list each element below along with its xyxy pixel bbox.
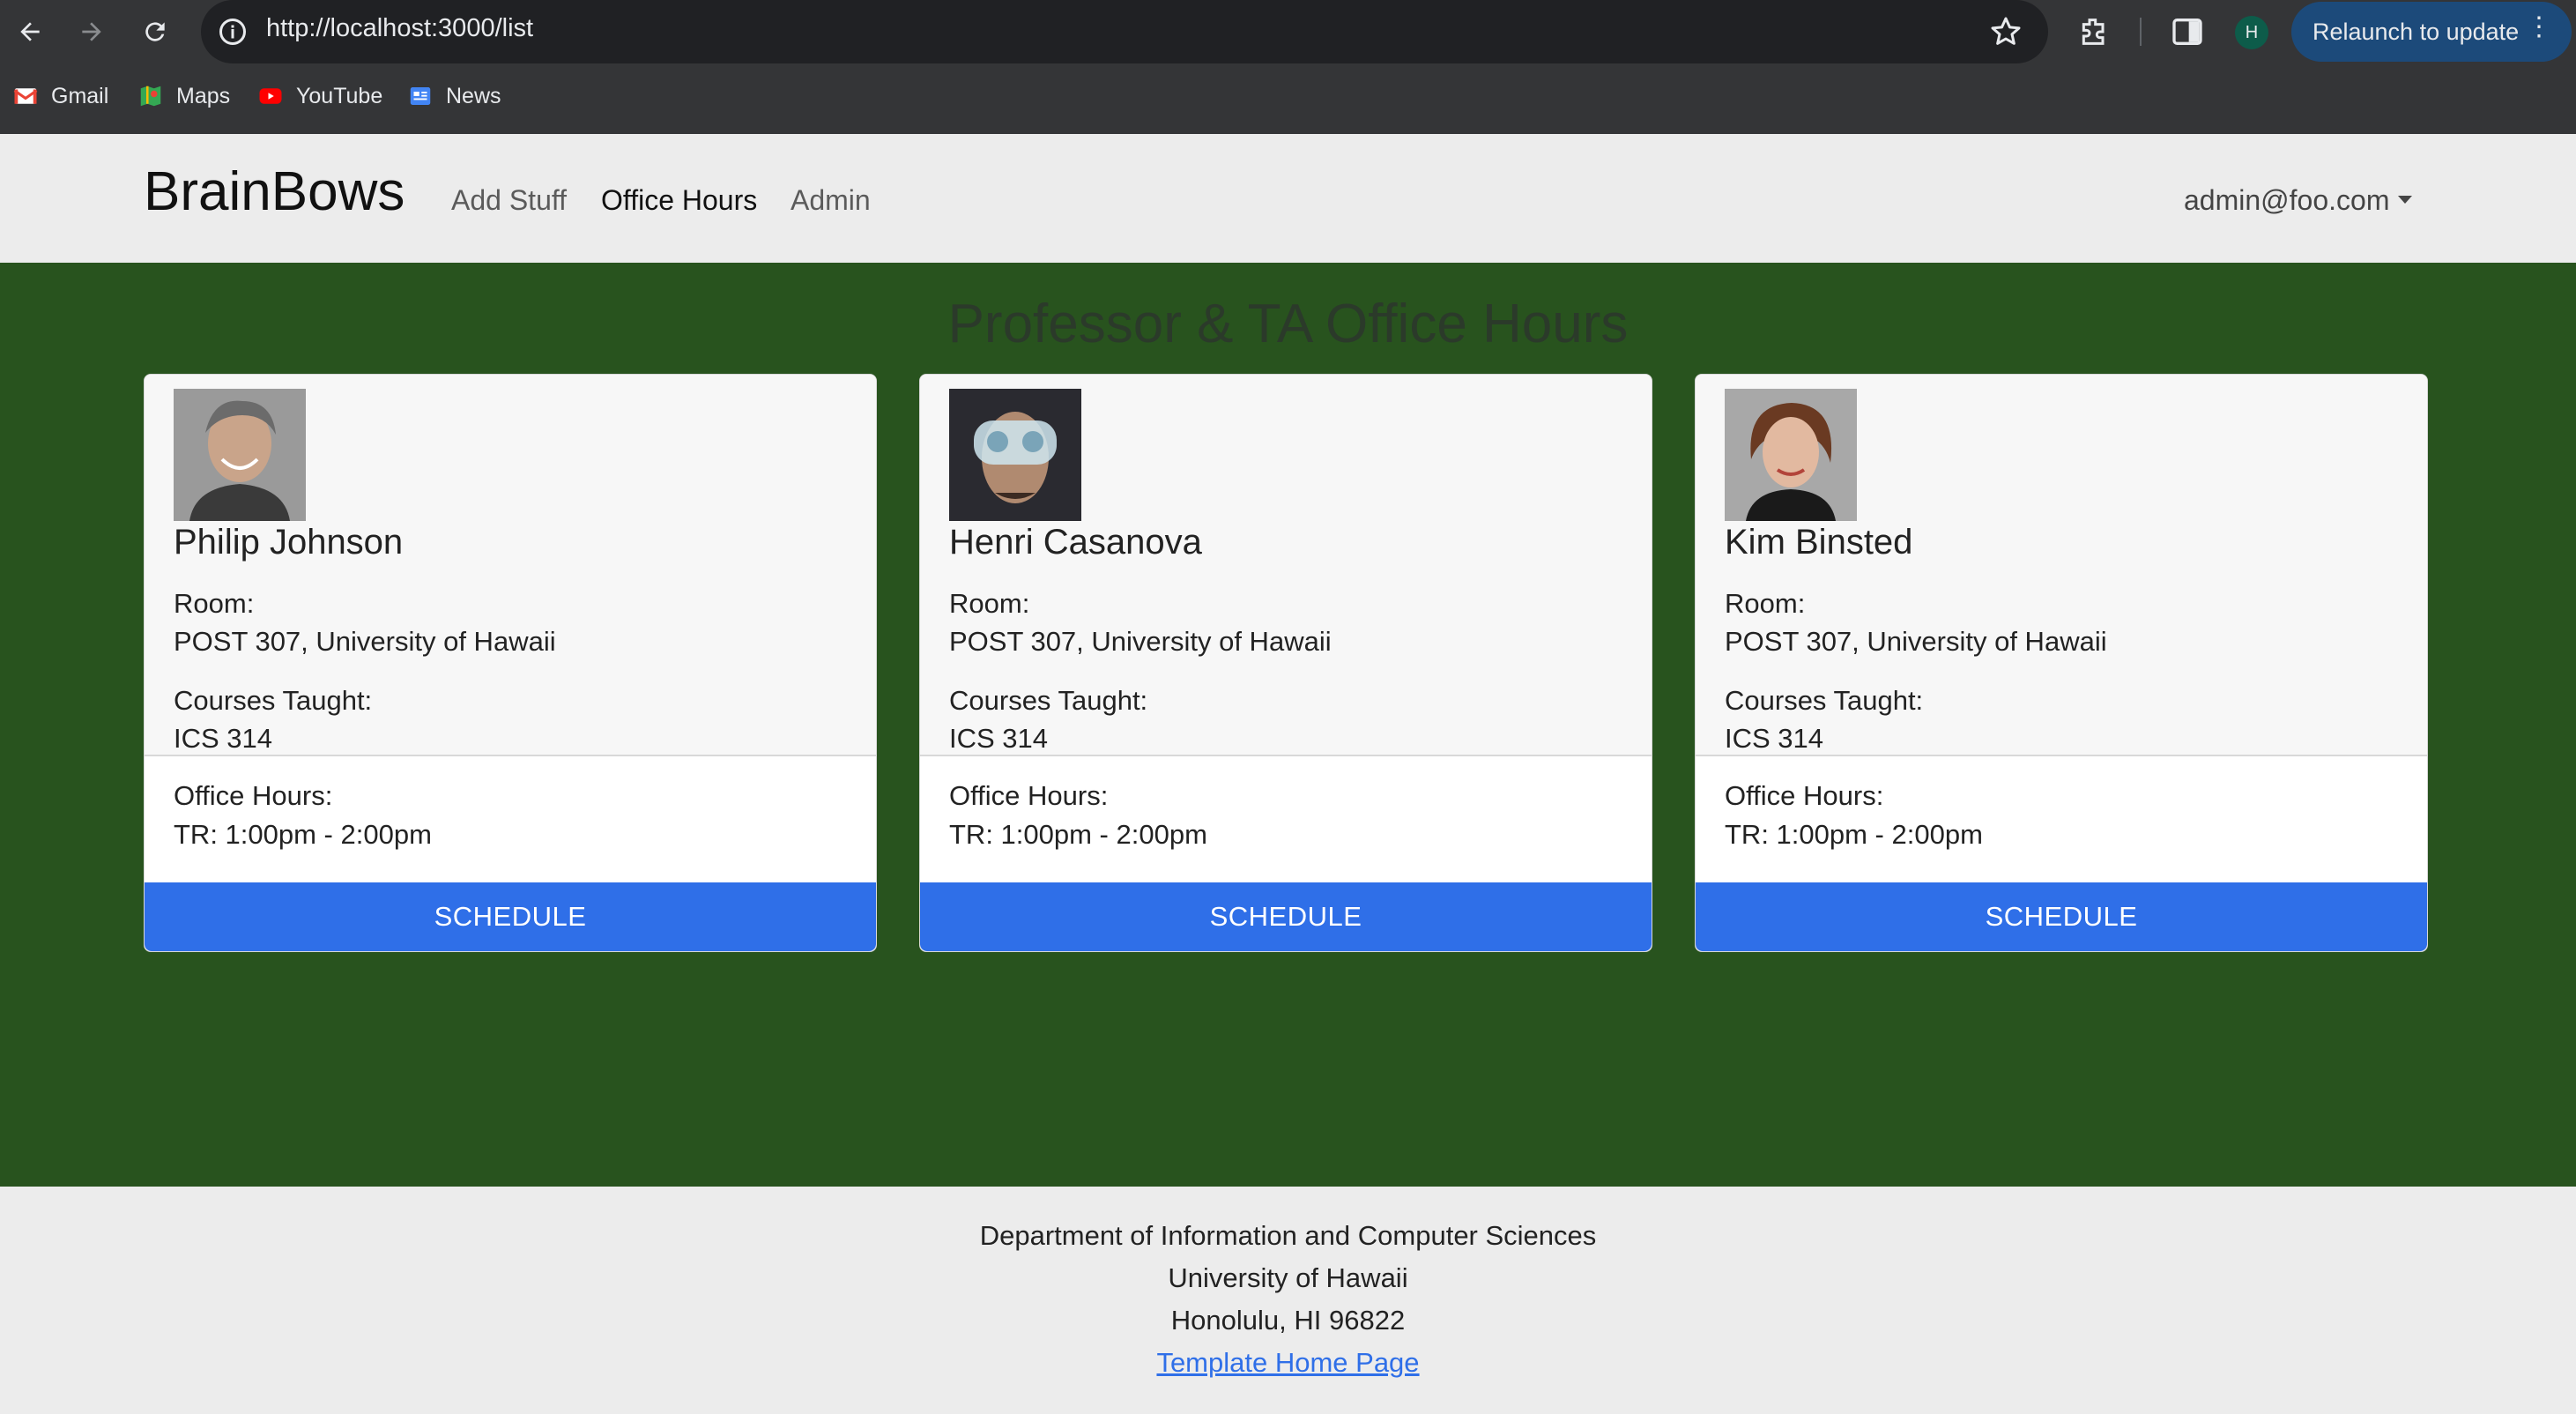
app-navbar: BrainBows Add Stuff Office Hours Admin a… — [0, 134, 2576, 263]
reload-icon — [145, 22, 165, 41]
bookmark-label: YouTube — [296, 83, 383, 108]
footer-university: University of Hawaii — [1168, 1262, 1408, 1293]
footer-address: Honolulu, HI 96822 — [1170, 1305, 1406, 1336]
courses-label: Courses Taught: — [1725, 685, 1924, 716]
person-name: Philip Johnson — [174, 523, 404, 562]
page-title: Professor & TA Office Hours — [947, 294, 1629, 354]
courses-label: Courses Taught: — [949, 685, 1148, 716]
caret-down-icon — [2398, 196, 2413, 205]
portrait-icon — [949, 389, 1081, 521]
profile-photo — [174, 389, 306, 521]
address-bar[interactable]: http://localhost:3000/list — [201, 0, 2048, 63]
brand-logo[interactable]: BrainBows — [144, 160, 405, 223]
courses-value: ICS 314 — [949, 723, 1049, 754]
office-hours-value: TR: 1:00pm - 2:00pm — [1725, 819, 1983, 850]
person-name: Kim Binsted — [1725, 523, 1913, 562]
office-hours-label: Office Hours: — [1725, 780, 1884, 811]
user-email: admin@foo.com — [2184, 184, 2390, 216]
courses-value: ICS 314 — [174, 723, 273, 754]
person-name: Henri Casanova — [949, 523, 1202, 562]
extensions-icon[interactable] — [2076, 14, 2112, 49]
profile-avatar[interactable]: H — [2235, 16, 2268, 49]
room-label: Room: — [1725, 588, 1806, 619]
schedule-button[interactable]: SCHEDULE — [1696, 882, 2427, 951]
room-label: Room: — [174, 588, 255, 619]
nav-office-hours[interactable]: Office Hours — [601, 184, 757, 217]
office-hours-label: Office Hours: — [174, 780, 333, 811]
maps-icon — [140, 86, 161, 107]
room-label: Room: — [949, 588, 1030, 619]
back-button[interactable] — [11, 12, 49, 51]
bookmark-youtube[interactable]: YouTube — [257, 83, 382, 109]
office-hours-label: Office Hours: — [949, 780, 1109, 811]
office-hours-value: TR: 1:00pm - 2:00pm — [949, 819, 1207, 850]
profile-photo — [949, 389, 1081, 521]
bookmarks-bar: Gmail Maps YouTube News — [0, 78, 2576, 118]
card-header: Philip Johnson Room: POST 307, Universit… — [145, 375, 876, 756]
courses-label: Courses Taught: — [174, 685, 373, 716]
template-home-link[interactable]: Template Home Page — [1156, 1347, 1419, 1378]
footer-link-row: Template Home Page — [0, 1347, 2576, 1379]
room-value: POST 307, University of Hawaii — [949, 626, 1332, 657]
nav-add-stuff[interactable]: Add Stuff — [451, 184, 567, 217]
card-header: Henri Casanova Room: POST 307, Universit… — [920, 375, 1652, 756]
user-dropdown[interactable]: admin@foo.com — [2184, 184, 2413, 217]
profile-photo — [1725, 389, 1857, 521]
bookmark-label: News — [446, 83, 501, 108]
relaunch-button[interactable]: Relaunch to update ⋮ — [2291, 2, 2572, 62]
gmail-icon — [13, 88, 38, 104]
bookmark-label: Gmail — [51, 83, 109, 108]
forward-button[interactable] — [72, 12, 111, 51]
office-hours-card: Henri Casanova Room: POST 307, Universit… — [919, 374, 1652, 952]
toolbar-divider — [2140, 18, 2142, 46]
portrait-icon — [174, 389, 306, 521]
office-hours-card: Kim Binsted Room: POST 307, University o… — [1695, 374, 2428, 952]
bookmark-gmail[interactable]: Gmail — [12, 83, 108, 109]
url-text[interactable]: http://localhost:3000/list — [266, 14, 533, 43]
bookmark-star-icon[interactable] — [1988, 14, 2023, 49]
bookmark-label: Maps — [176, 83, 231, 108]
portrait-icon — [1725, 389, 1857, 521]
youtube-icon — [259, 88, 282, 104]
card-header: Kim Binsted Room: POST 307, University o… — [1696, 375, 2427, 756]
reload-button[interactable] — [136, 12, 174, 51]
page-footer: Department of Information and Computer S… — [0, 1187, 2576, 1414]
schedule-button[interactable]: SCHEDULE — [920, 882, 1652, 951]
arrow-left-icon — [20, 22, 40, 41]
arrow-right-icon — [82, 22, 101, 41]
office-hours-card: Philip Johnson Room: POST 307, Universit… — [144, 374, 877, 952]
bookmark-news[interactable]: News — [407, 83, 501, 109]
office-hours-value: TR: 1:00pm - 2:00pm — [174, 819, 432, 850]
relaunch-label: Relaunch to update — [2312, 18, 2520, 45]
news-icon — [410, 87, 431, 105]
schedule-button[interactable]: SCHEDULE — [145, 882, 876, 951]
site-info-icon[interactable] — [217, 16, 249, 48]
main-content: Professor & TA Office Hours Philip Johns… — [0, 263, 2576, 1187]
footer-department: Department of Information and Computer S… — [979, 1220, 1597, 1251]
kebab-menu-icon[interactable]: ⋮ — [2526, 14, 2552, 41]
side-panel-icon[interactable] — [2170, 14, 2205, 49]
browser-chrome: http://localhost:3000/list H Relaunch to… — [0, 0, 2576, 134]
room-value: POST 307, University of Hawaii — [1725, 626, 2107, 657]
nav-admin[interactable]: Admin — [791, 184, 871, 217]
bookmark-maps[interactable]: Maps — [137, 83, 230, 109]
courses-value: ICS 314 — [1725, 723, 1824, 754]
room-value: POST 307, University of Hawaii — [174, 626, 556, 657]
browser-toolbar: http://localhost:3000/list H Relaunch to… — [0, 0, 2576, 65]
